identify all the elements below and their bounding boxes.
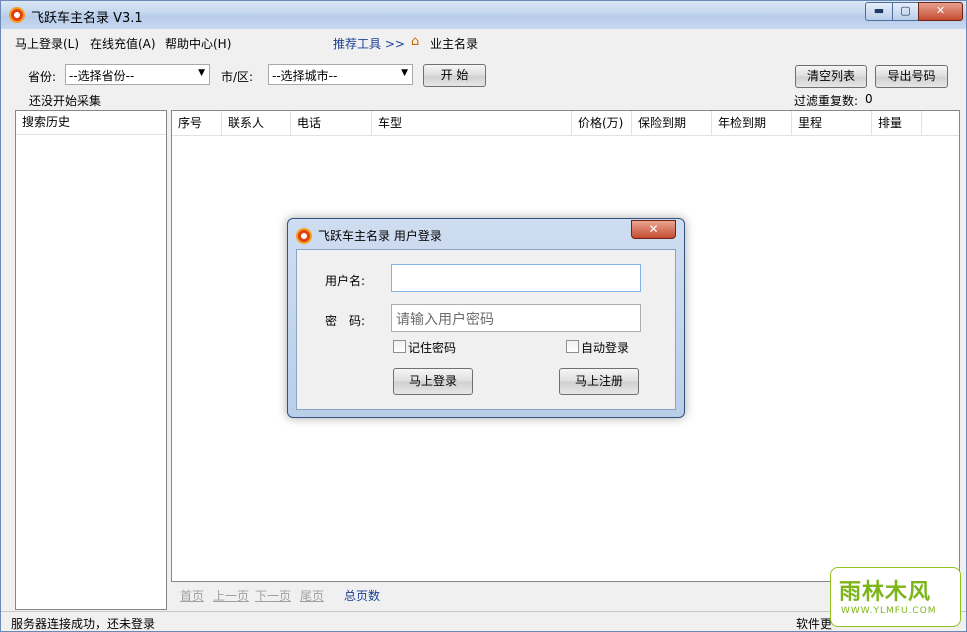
column-header[interactable]: 年检到期 (712, 111, 792, 135)
header-divider (172, 135, 959, 136)
owner-list-link[interactable]: 业主名录 (430, 35, 478, 53)
start-button[interactable]: 开 始 (423, 64, 486, 87)
clear-list-button[interactable]: 清空列表 (795, 65, 867, 88)
column-header[interactable]: 保险到期 (632, 111, 712, 135)
chevron-down-icon: ▼ (401, 68, 408, 78)
remember-password-label: 记住密码 (408, 341, 457, 355)
collect-status: 还没开始采集 (29, 94, 102, 108)
house-icon: ⌂ (411, 34, 420, 49)
dialog-body: 用户名: 密 码: 请输入用户密码 记住密码 自动登录 马上登录 马上注册 (296, 249, 676, 410)
remember-password-checkbox[interactable] (393, 340, 406, 353)
password-label: 密 码: (325, 314, 366, 328)
column-header[interactable]: 价格(万) (572, 111, 632, 135)
column-header[interactable]: 电话 (291, 111, 372, 135)
app-logo-icon (296, 228, 312, 244)
dedupe-count: 0 (865, 92, 873, 106)
menu-help[interactable]: 帮助中心(H) (165, 35, 231, 53)
menu-recharge[interactable]: 在线充值(A) (90, 35, 156, 53)
pager-prev[interactable]: 上一页 (213, 587, 249, 604)
status-text: 服务器连接成功，还未登录 (11, 617, 156, 631)
username-label: 用户名: (325, 274, 366, 288)
username-input[interactable] (391, 264, 641, 292)
city-label: 市/区: (221, 70, 254, 84)
column-header[interactable]: 车型 (372, 111, 572, 135)
city-select-value: --选择城市-- (272, 69, 338, 83)
pager-total: 总页数 (344, 589, 381, 603)
pager-last[interactable]: 尾页 (300, 587, 324, 604)
register-button[interactable]: 马上注册 (559, 368, 639, 395)
city-select[interactable]: --选择城市-- ▼ (268, 64, 413, 85)
maximize-button[interactable]: ▢ (892, 2, 919, 21)
login-button[interactable]: 马上登录 (393, 368, 473, 395)
chevron-down-icon: ▼ (198, 68, 205, 78)
status-bar: 服务器连接成功，还未登录 软件更 (1, 611, 966, 631)
column-header[interactable]: 序号 (172, 111, 222, 135)
update-status: 软件更 (796, 617, 833, 631)
export-numbers-button[interactable]: 导出号码 (875, 65, 948, 88)
window-title: 飞跃车主名录 V3.1 (31, 11, 143, 26)
watermark-main: 雨林木风 (839, 580, 932, 605)
recommend-tools-link[interactable]: 推荐工具 >> (333, 35, 405, 53)
column-header[interactable]: 里程 (792, 111, 872, 135)
history-header: 搜索历史 (16, 111, 166, 135)
dialog-close-button[interactable]: ✕ (631, 220, 676, 239)
dedupe-label: 过滤重复数: (794, 94, 859, 108)
menu-login[interactable]: 马上登录(L) (15, 35, 79, 53)
province-label: 省份: (28, 70, 57, 84)
minimize-button[interactable]: ▬ (865, 2, 893, 21)
column-header[interactable]: 联系人 (222, 111, 291, 135)
watermark-sub: WWW.YLMFU.COM (841, 606, 937, 616)
province-select-value: --选择省份-- (69, 69, 135, 83)
column-header[interactable]: 排量 (872, 111, 922, 135)
app-logo-icon (9, 7, 25, 23)
watermark-logo: 雨林木风 WWW.YLMFU.COM (830, 567, 961, 627)
close-button[interactable]: ✕ (918, 2, 963, 21)
title-bar[interactable]: 飞跃车主名录 V3.1 ▬ ▢ ✕ (1, 1, 966, 29)
search-history-panel[interactable]: 搜索历史 (15, 110, 167, 610)
province-select[interactable]: --选择省份-- ▼ (65, 64, 210, 85)
pager-first[interactable]: 首页 (180, 587, 204, 604)
auto-login-label: 自动登录 (581, 341, 630, 355)
pager-next[interactable]: 下一页 (255, 587, 291, 604)
auto-login-checkbox[interactable] (566, 340, 579, 353)
password-input[interactable]: 请输入用户密码 (391, 304, 641, 332)
dialog-title: 飞跃车主名录 用户登录 (318, 229, 442, 243)
login-dialog[interactable]: 飞跃车主名录 用户登录 ✕ 用户名: 密 码: 请输入用户密码 记住密码 自动登… (287, 218, 685, 418)
